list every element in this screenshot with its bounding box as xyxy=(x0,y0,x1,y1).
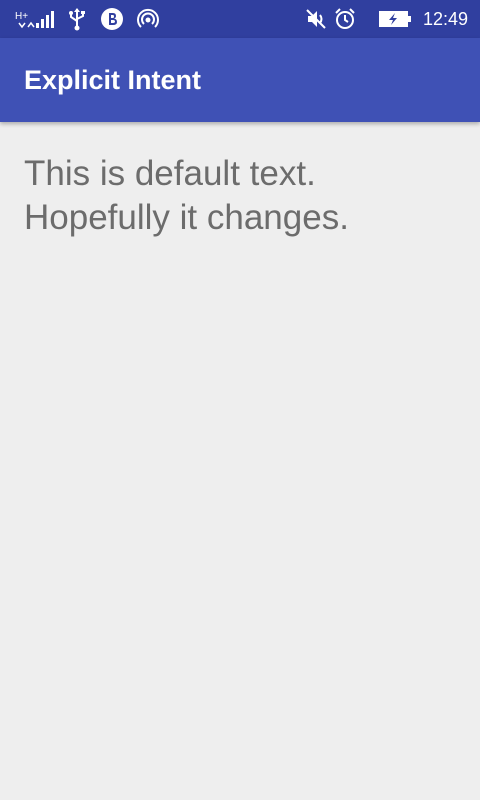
signal-icon: H+ xyxy=(14,7,56,31)
mute-icon xyxy=(304,7,328,31)
battery-charging-icon xyxy=(378,7,414,31)
app-title: Explicit Intent xyxy=(24,65,202,95)
alarm-icon xyxy=(333,7,357,31)
text-line-2: Hopefully it changes. xyxy=(24,198,349,237)
app-bar: Explicit Intent xyxy=(0,38,480,122)
intent-text-view: This is default text. Hopefully it chang… xyxy=(24,152,464,240)
status-bar: H+ 12:49 xyxy=(0,0,480,38)
main-content: This is default text. Hopefully it chang… xyxy=(0,122,480,800)
clock: 12:49 xyxy=(422,9,468,29)
b-app-icon xyxy=(100,7,124,31)
network-type-label: H+ xyxy=(15,11,28,22)
hotspot-icon xyxy=(136,7,160,31)
usb-icon xyxy=(66,7,88,31)
text-line-1: This is default text. xyxy=(24,154,316,193)
